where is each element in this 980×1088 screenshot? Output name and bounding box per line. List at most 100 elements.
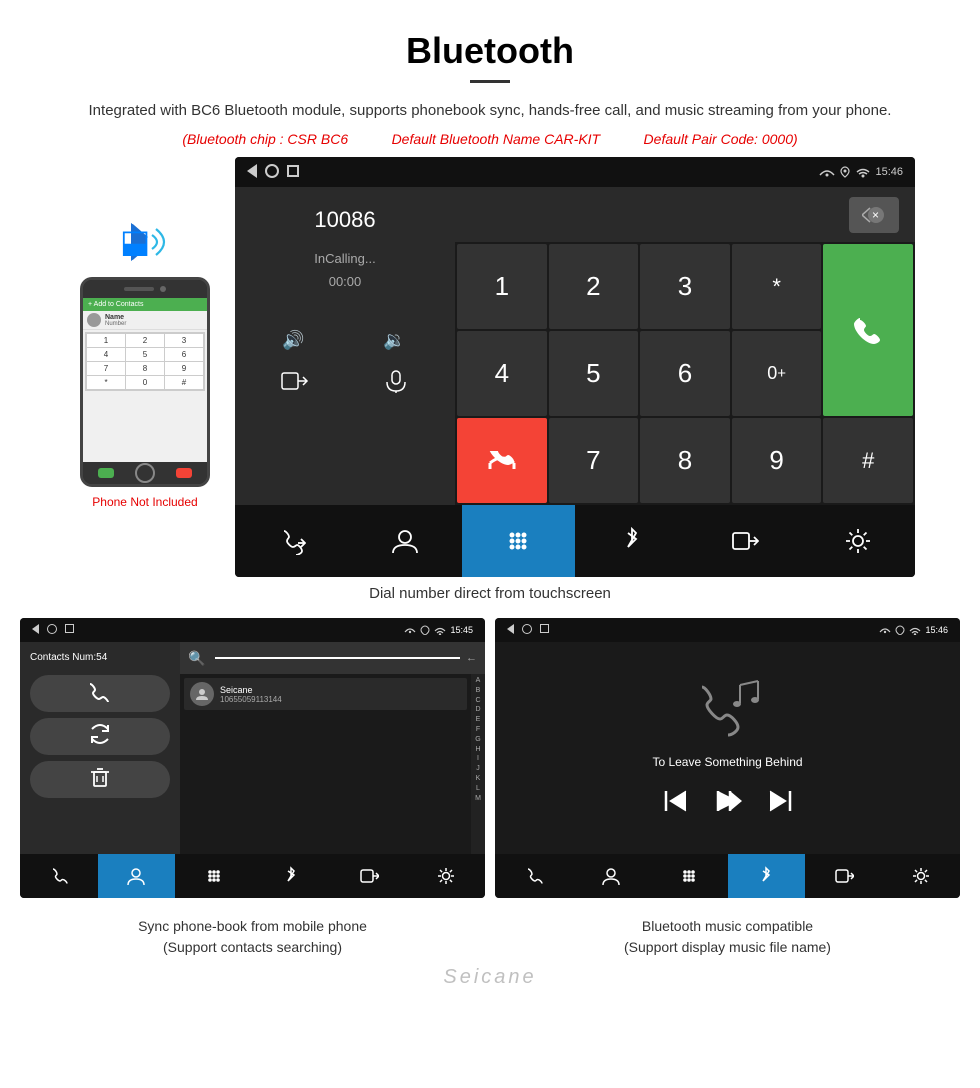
contacts-home-icon[interactable]	[47, 624, 57, 637]
num-key-5[interactable]: 5	[549, 331, 639, 416]
contacts-nav-dialpad[interactable]	[175, 854, 253, 898]
phone-contact-avatar	[87, 313, 101, 327]
contact-items-list: Seicane 10655059113144	[180, 674, 471, 854]
phone-key-5: 5	[126, 348, 164, 361]
alphabet-sidebar: A B C D E F G H I J K L M	[471, 674, 485, 854]
music-recents-icon[interactable]	[540, 624, 549, 636]
phone-screen-header: + Add to Contacts	[83, 298, 207, 311]
phone-not-included-label: Phone Not Included	[92, 495, 197, 509]
num-key-8[interactable]: 8	[640, 418, 730, 503]
back-icon[interactable]	[247, 164, 257, 181]
num-key-4[interactable]: 4	[457, 331, 547, 416]
contacts-time: 15:45	[450, 625, 473, 635]
contacts-nav-transfer[interactable]	[330, 854, 408, 898]
contact-info: Seicane 10655059113144	[220, 685, 282, 704]
sync-contacts-button[interactable]	[30, 718, 170, 755]
music-nav-contacts[interactable]	[573, 854, 651, 898]
music-back-icon[interactable]	[507, 624, 514, 637]
num-key-7[interactable]: 7	[549, 418, 639, 503]
music-home-icon[interactable]	[522, 624, 532, 637]
phone-bottom-bar	[83, 462, 207, 484]
next-track-button[interactable]	[766, 787, 794, 822]
contacts-status-left	[32, 624, 74, 637]
phone-screen: + Add to Contacts Name Number 1 2 3 4 5 …	[83, 298, 207, 462]
contact-avatar	[190, 682, 214, 706]
prev-track-button[interactable]	[662, 787, 690, 822]
main-nav-bar	[235, 505, 915, 577]
contacts-nav-bluetooth[interactable]	[253, 854, 331, 898]
music-location-icon	[895, 625, 905, 635]
volume-up-button[interactable]: 🔊	[250, 327, 339, 357]
contact-item[interactable]: Seicane 10655059113144	[184, 678, 467, 710]
contacts-nav-settings[interactable]	[408, 854, 486, 898]
phone-key-3: 3	[165, 334, 203, 347]
music-nav-phone[interactable]	[495, 854, 573, 898]
music-status-bar: 15:46	[495, 618, 960, 642]
contacts-nav-bar	[20, 854, 485, 898]
contacts-recents-icon[interactable]	[65, 624, 74, 636]
status-bar-left	[247, 164, 299, 181]
nav-settings[interactable]	[802, 505, 915, 577]
music-nav-settings[interactable]	[883, 854, 961, 898]
mute-microphone-button[interactable]	[351, 369, 440, 399]
phone-key-6: 6	[165, 348, 203, 361]
contacts-screen-wrap: 15:45 Contacts Num:54	[20, 618, 485, 898]
header-divider	[470, 80, 510, 83]
nav-contacts[interactable]	[348, 505, 461, 577]
num-key-3[interactable]: 3	[640, 244, 730, 329]
dial-numpad-panel: × 1 2 3 *	[455, 187, 915, 505]
contacts-back-icon[interactable]	[32, 624, 39, 637]
svg-text:×: ×	[872, 208, 879, 222]
contacts-right-panel: 🔍 ← Seicane 106550	[180, 642, 485, 854]
play-pause-button[interactable]	[714, 787, 742, 822]
num-key-hash[interactable]: #	[823, 418, 913, 503]
phone-key-hash: #	[165, 376, 203, 389]
num-key-6[interactable]: 6	[640, 331, 730, 416]
music-icon-area	[688, 675, 768, 745]
nav-phone-transfer[interactable]	[235, 505, 348, 577]
nav-dialpad[interactable]	[462, 505, 575, 577]
phone-key-7: 7	[87, 362, 125, 375]
num-key-2[interactable]: 2	[549, 244, 639, 329]
end-call-button[interactable]	[457, 418, 547, 503]
phone-key-4: 4	[87, 348, 125, 361]
backspace-button[interactable]: ×	[849, 197, 899, 233]
call-contact-button[interactable]	[30, 675, 170, 712]
phone-key-9: 9	[165, 362, 203, 375]
music-nav-transfer[interactable]	[805, 854, 883, 898]
num-key-0plus[interactable]: 0+	[732, 331, 822, 416]
phone-screen-label: + Add to Contacts	[88, 301, 143, 308]
contacts-nav-phone[interactable]	[20, 854, 98, 898]
music-wifi-icon	[909, 625, 921, 635]
phone-top-bar	[83, 280, 207, 298]
music-nav-bluetooth[interactable]	[728, 854, 806, 898]
phone-home-button	[135, 463, 155, 483]
music-status-right: 15:46	[879, 625, 948, 635]
nav-bluetooth[interactable]	[575, 505, 688, 577]
delete-contact-button[interactable]	[30, 761, 170, 798]
num-key-9[interactable]: 9	[732, 418, 822, 503]
music-caption: Bluetooth music compatible (Support disp…	[495, 916, 960, 958]
home-icon[interactable]	[265, 164, 279, 181]
status-bar-right: 15:46	[819, 166, 903, 178]
num-key-star[interactable]: *	[732, 244, 822, 329]
call-green-button[interactable]	[823, 244, 913, 416]
contacts-caption: Sync phone-book from mobile phone (Suppo…	[20, 916, 485, 958]
bt-pair-spec: Default Pair Code: 0000)	[644, 131, 798, 147]
transfer-phone-button[interactable]	[250, 369, 339, 399]
phone-end-button	[176, 468, 192, 478]
recents-icon[interactable]	[287, 165, 299, 180]
main-screen-caption: Dial number direct from touchscreen	[0, 585, 980, 602]
phone-key-0: 0	[126, 376, 164, 389]
search-backspace-icon[interactable]: ←	[466, 652, 477, 664]
num-key-1[interactable]: 1	[457, 244, 547, 329]
nav-transfer2[interactable]	[688, 505, 801, 577]
contacts-phone-icon	[404, 625, 416, 635]
bt-chip-spec: (Bluetooth chip : CSR BC6	[182, 131, 348, 147]
music-phone-icon	[879, 625, 891, 635]
call-status-label: InCalling...	[250, 251, 440, 266]
phone-key-2: 2	[126, 334, 164, 347]
music-nav-dialpad[interactable]	[650, 854, 728, 898]
contacts-nav-contacts[interactable]	[98, 854, 176, 898]
volume-down-button[interactable]: 🔉	[351, 327, 440, 357]
